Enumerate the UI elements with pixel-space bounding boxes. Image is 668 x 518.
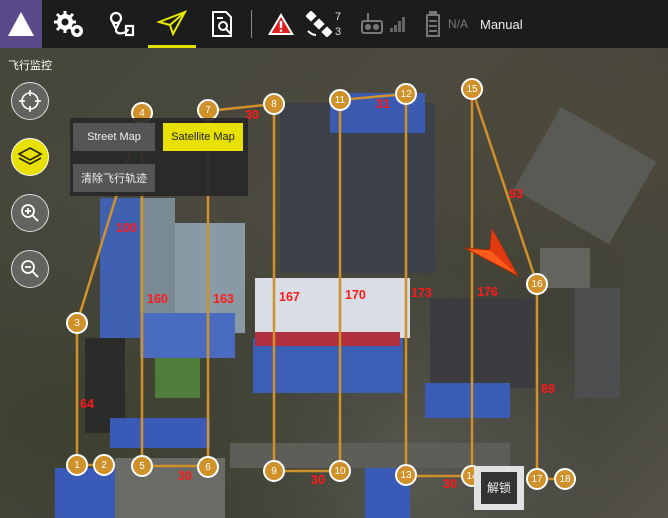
- zoom-out-icon: [21, 260, 39, 278]
- layers-icon: [17, 147, 43, 165]
- waypoint-3[interactable]: 3: [66, 312, 88, 334]
- waypoint-13[interactable]: 13: [395, 464, 417, 486]
- segment-distance: 30: [178, 469, 192, 483]
- map-layers-button[interactable]: [11, 138, 49, 176]
- segment-distance: 30: [443, 477, 457, 491]
- waypoint-1[interactable]: 1: [66, 454, 88, 476]
- send-mission-icon[interactable]: [148, 0, 196, 48]
- segment-distance: 31: [376, 97, 390, 111]
- segment-distance: 176: [477, 285, 498, 299]
- logo-icon: [8, 12, 34, 36]
- waypoint-11[interactable]: 11: [329, 89, 351, 111]
- segment-distance: 30: [311, 473, 325, 487]
- waypoint-8[interactable]: 8: [263, 93, 285, 115]
- segment-distance: 170: [345, 288, 366, 302]
- settings-gear-icon[interactable]: [52, 0, 88, 48]
- remote-controller-icon: [358, 0, 386, 48]
- waypoint-6[interactable]: 6: [197, 456, 219, 478]
- signal-strength-icon: [388, 0, 408, 48]
- crosshair-icon: [19, 90, 41, 112]
- app-logo[interactable]: [0, 0, 42, 48]
- battery-icon: [424, 0, 442, 48]
- waypoint-17[interactable]: 17: [526, 468, 548, 490]
- unlock-button[interactable]: 解锁: [474, 466, 524, 510]
- waypoint-9[interactable]: 9: [263, 460, 285, 482]
- flight-path: [75, 88, 565, 481]
- battery-value: N/A: [447, 17, 468, 31]
- toolbar-divider: [251, 10, 252, 38]
- waypoint-12[interactable]: 12: [395, 83, 417, 105]
- satellite-count: 7: [335, 11, 342, 23]
- center-location-button[interactable]: [11, 82, 49, 120]
- street-map-button[interactable]: Street Map: [73, 123, 155, 151]
- segment-distance: 167: [279, 290, 300, 304]
- clear-flight-track-button[interactable]: 清除飞行轨迹: [73, 164, 155, 192]
- drone-position-icon: [464, 227, 520, 278]
- segment-distance: 89: [541, 382, 555, 396]
- map-type-popup: Street Map Satellite Map 清除飞行轨迹: [70, 118, 248, 196]
- waypoint-16[interactable]: 16: [526, 273, 548, 295]
- segment-distance: 100: [116, 221, 137, 235]
- waypoint-10[interactable]: 10: [329, 460, 351, 482]
- route-plan-icon[interactable]: [103, 0, 139, 48]
- flight-mode[interactable]: Manual: [480, 0, 540, 48]
- panel-title: 飞行监控: [8, 60, 52, 72]
- zoom-out-button[interactable]: [11, 250, 49, 288]
- waypoint-5[interactable]: 5: [131, 455, 153, 477]
- segment-distance: 93: [509, 187, 523, 201]
- segment-distance: 163: [213, 292, 234, 306]
- waypoint-15[interactable]: 15: [461, 78, 483, 100]
- segment-distance: 160: [147, 292, 168, 306]
- waypoint-18[interactable]: 18: [554, 468, 576, 490]
- satellite-lock-count: 3: [335, 26, 342, 38]
- unlock-label: 解锁: [481, 472, 517, 504]
- zoom-in-icon: [21, 204, 39, 222]
- top-toolbar: 7 3 N/A Manual: [0, 0, 668, 48]
- segment-distance: 173: [411, 286, 432, 300]
- warning-icon[interactable]: [264, 0, 298, 48]
- satellite-icon: [304, 0, 334, 48]
- log-search-icon[interactable]: [205, 0, 241, 48]
- zoom-in-button[interactable]: [11, 194, 49, 232]
- waypoint-2[interactable]: 2: [93, 454, 115, 476]
- satellite-map-button[interactable]: Satellite Map: [163, 123, 243, 151]
- segment-distance: 64: [80, 397, 94, 411]
